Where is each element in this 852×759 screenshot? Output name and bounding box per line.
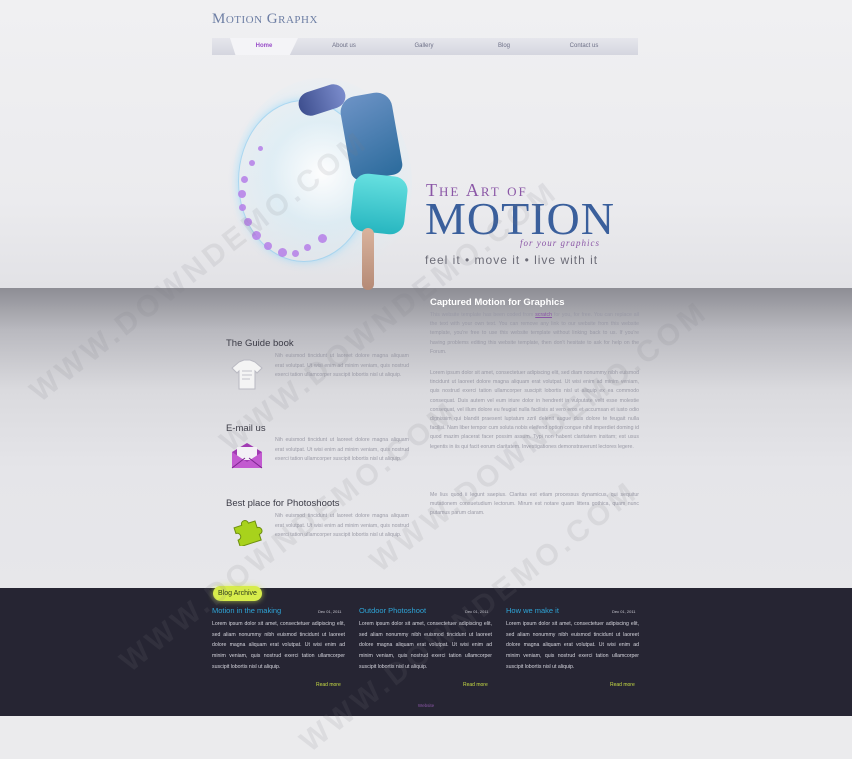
read-more-link[interactable]: Read more <box>463 682 488 688</box>
bubble-dot <box>241 176 248 183</box>
bubble-dot <box>264 242 272 250</box>
post-excerpt: Lorem ipsum dolor sit amet, consectetuer… <box>212 621 345 670</box>
bubble-dot <box>238 190 246 198</box>
post-excerpt: Lorem ipsum dolor sit amet, consectetuer… <box>506 621 639 670</box>
read-more-link[interactable]: Read more <box>610 682 635 688</box>
intro-text-start: This website template has been coded fro… <box>430 312 536 318</box>
bubble-dot <box>292 250 299 257</box>
footer: Website <box>0 703 852 708</box>
bubble-dot <box>318 234 327 243</box>
nav-item-contact-us[interactable]: Contact us <box>550 38 618 55</box>
footer-link[interactable]: Website <box>418 703 434 708</box>
post-date: Dec 01, 2011 <box>318 609 342 614</box>
feature-title-guide-book: The Guide book <box>226 338 294 349</box>
nav-item-gallery[interactable]: Gallery <box>392 38 456 55</box>
nav-item-blog[interactable]: Blog <box>472 38 536 55</box>
dancer-figure-legs <box>349 172 409 236</box>
post-date: Dec 01, 2011 <box>612 609 636 614</box>
bubble-dot <box>258 146 263 151</box>
main-article-title: Captured Motion for Graphics <box>430 297 565 308</box>
intro-link[interactable]: scratch <box>535 312 552 318</box>
hero-subtitle: for your graphics <box>520 238 600 248</box>
main-article-intro: This website template has been coded fro… <box>430 311 639 357</box>
read-more-link[interactable]: Read more <box>316 682 341 688</box>
shirt-icon <box>230 359 264 391</box>
nav-item-home[interactable]: Home <box>230 38 298 55</box>
post-title-how-we-make-it[interactable]: How we make it <box>506 606 559 615</box>
bubble-dot <box>278 248 287 257</box>
bubble-dot <box>304 244 311 251</box>
intro-text-end: for you, for free. You can replace all t… <box>430 312 639 355</box>
bubble-dot <box>249 160 255 166</box>
main-nav: Home About us Gallery Blog Contact us <box>212 38 638 55</box>
post-title-outdoor-photoshoot[interactable]: Outdoor Photoshoot <box>359 606 426 615</box>
site-logo[interactable]: Motion Graphx <box>212 11 318 28</box>
nav-item-about-us[interactable]: About us <box>312 38 376 55</box>
dancer-figure-arm <box>362 228 374 290</box>
